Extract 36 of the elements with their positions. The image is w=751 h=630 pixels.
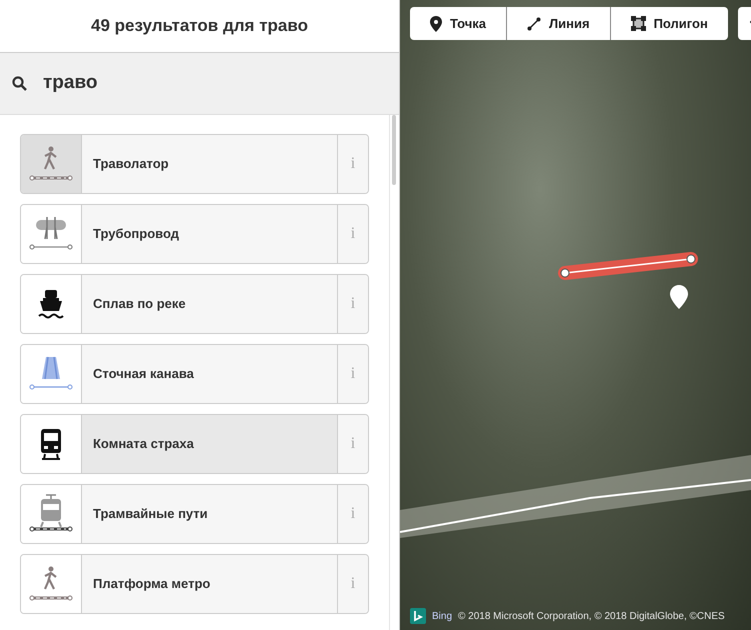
line-segment-icon [527,16,542,30]
scrollbar[interactable] [389,115,399,630]
draw-mode-button[interactable]: Полигон [610,7,728,40]
preset-name: Траволатор [93,155,169,174]
pedestrian-line-icon [28,565,74,603]
preset-item[interactable]: Сточная канава i [20,344,369,404]
preset-name: Сплав по реке [93,295,186,314]
preset-item[interactable]: Трубопровод i [20,204,369,264]
preset-item[interactable]: Сплав по реке i [20,274,369,334]
results-title: 49 результатов для траво [91,15,308,38]
search-icon [12,76,27,91]
preset-name: Комната страха [93,435,194,454]
preset-item[interactable]: Платформа метро i [20,554,369,614]
train-icon [40,428,62,460]
pedestrian-line-icon [28,145,74,183]
drawn-line[interactable] [556,249,700,283]
preset-item[interactable]: Трамвайные пути i [20,484,369,544]
preset-item[interactable]: Комната страха i [20,414,369,474]
bing-logo-icon [410,608,426,624]
preset-name: Сточная канава [93,365,194,384]
bing-label: Bing [432,610,452,624]
tram-icon [28,494,74,534]
satellite-map[interactable]: Точка Линия Полигон Bing © 2018 Microsoft Corporation, © 2018 DigitalGlobe, ©CNES [400,0,751,630]
preset-name: Платформа метро [93,575,210,594]
draw-mode-button[interactable]: Линия [506,7,610,40]
search-field[interactable]: траво [43,69,343,98]
preset-item[interactable]: Траволатор i [20,134,369,194]
boat-icon [38,289,64,319]
search-bar[interactable]: траво [0,53,399,115]
polygon-icon [630,16,646,31]
preset-name: Трубопровод [93,225,179,244]
map-marker-icon[interactable] [670,285,688,309]
map-pin-icon [430,16,442,32]
draw-mode-button[interactable]: Точка [410,7,506,40]
preset-name: Трамвайные пути [93,505,208,524]
attribution-text: © 2018 Microsoft Corporation, © 2018 DigitalGlobe, ©CNES [458,610,725,624]
